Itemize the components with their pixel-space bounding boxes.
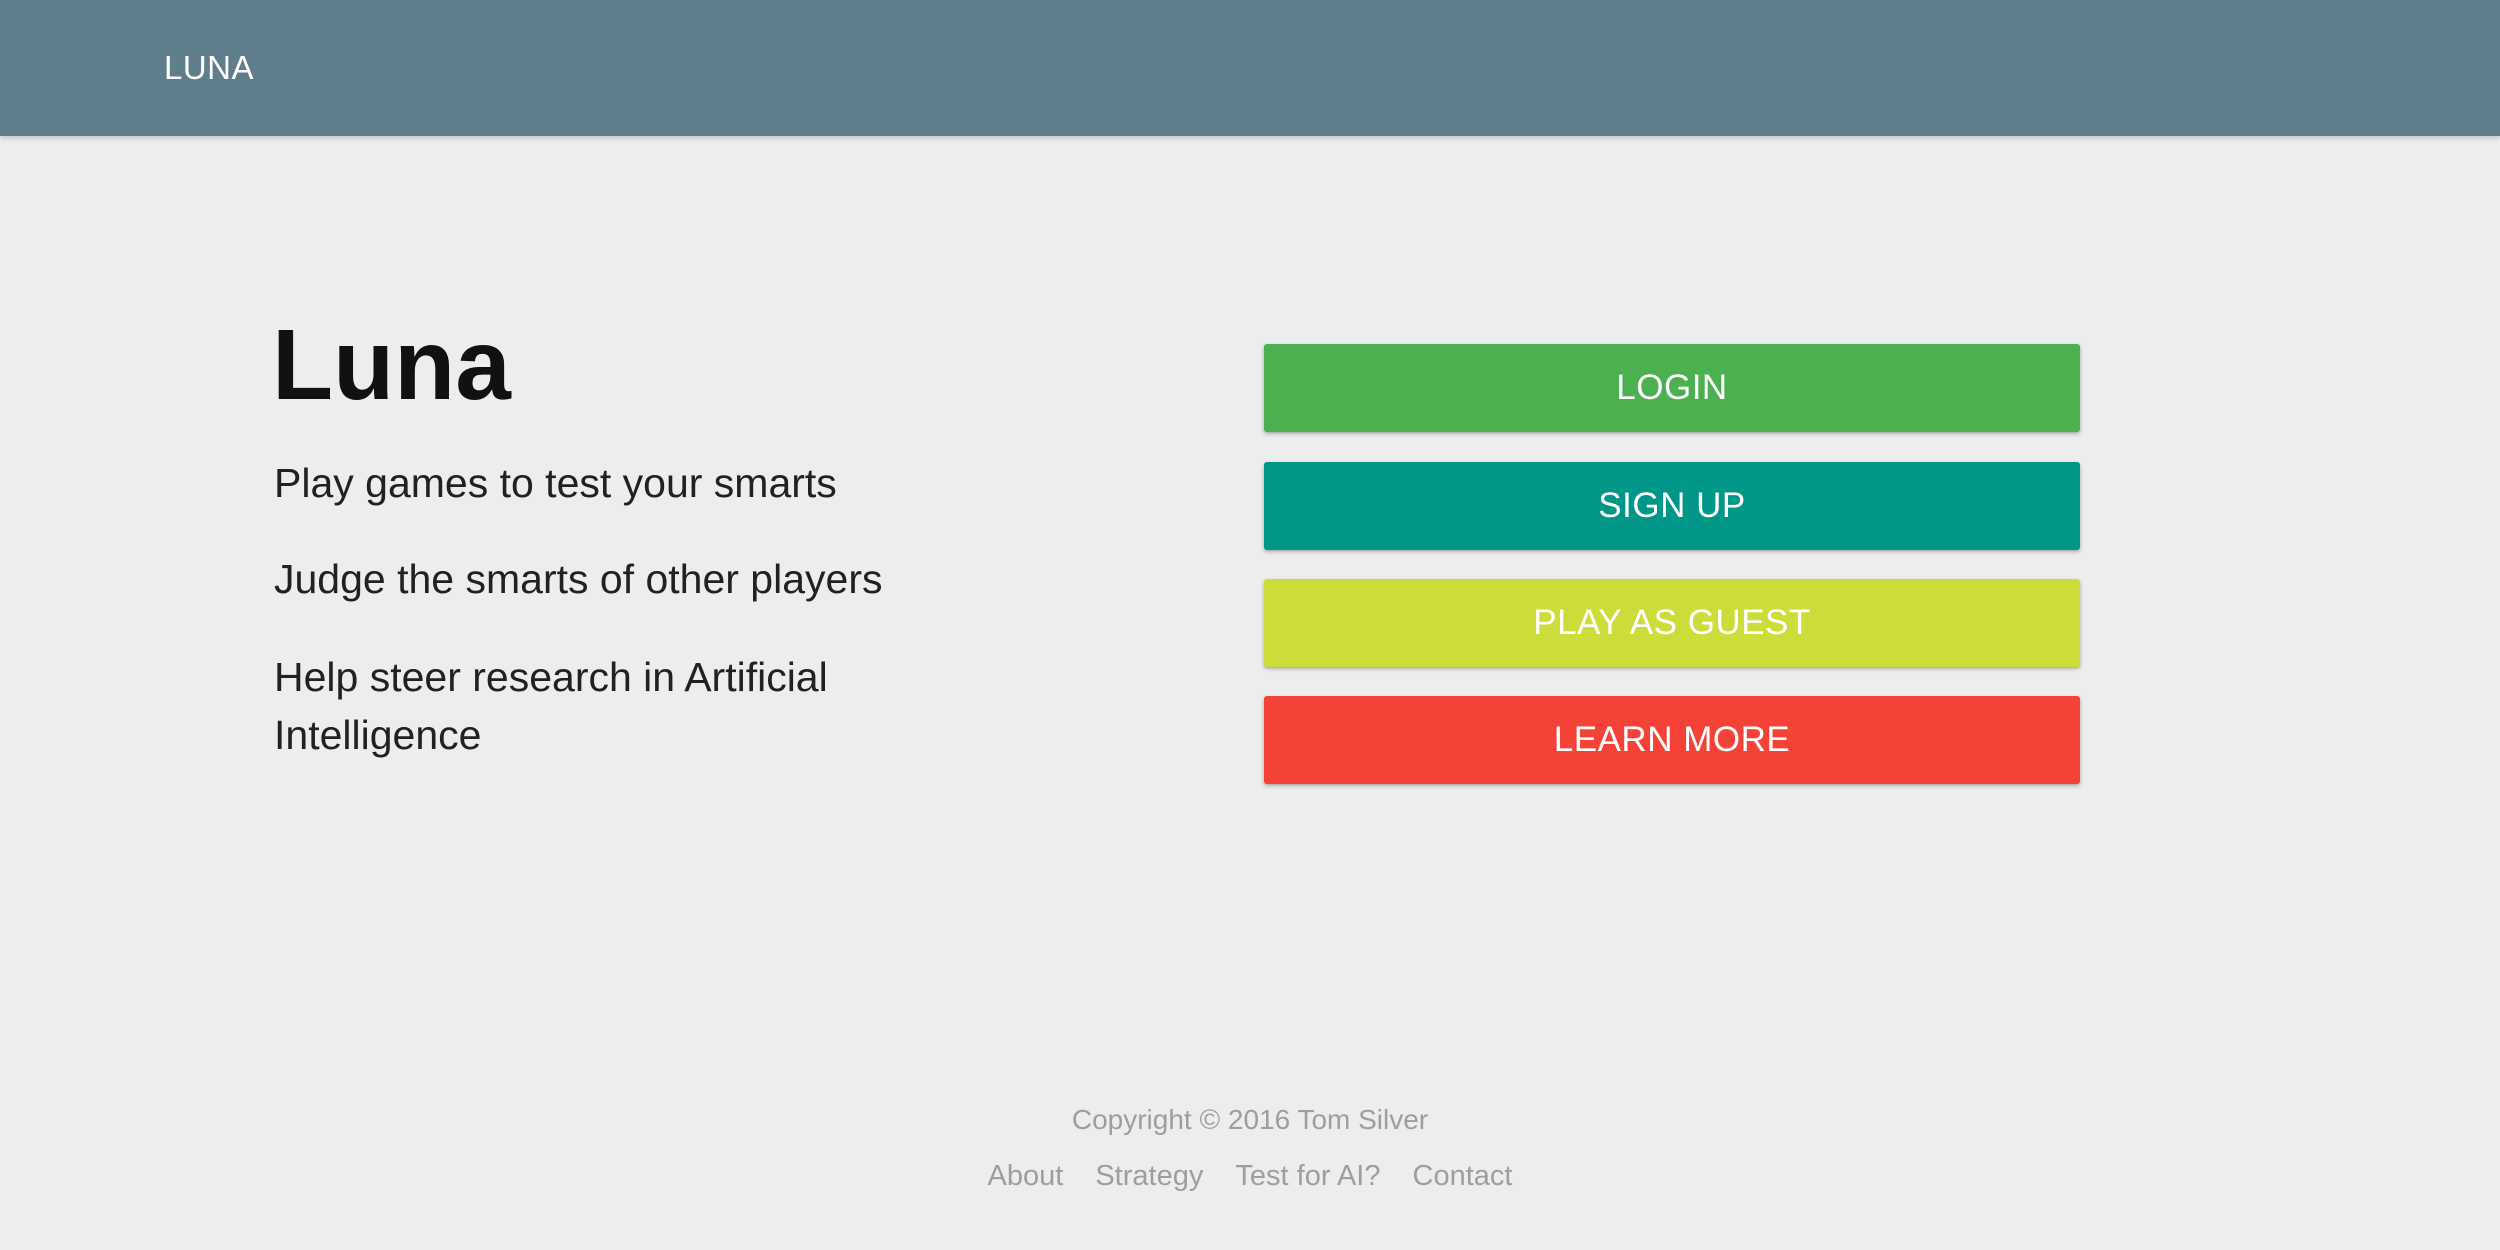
login-button[interactable]: LOGIN: [1264, 344, 2080, 432]
play-as-guest-button[interactable]: PLAY AS GUEST: [1264, 579, 2080, 667]
sign-up-button[interactable]: SIGN UP: [1264, 462, 2080, 550]
footer-link-contact[interactable]: Contact: [1413, 1160, 1513, 1192]
learn-more-button[interactable]: LEARN MORE: [1264, 696, 2080, 784]
footer-link-test-for-ai[interactable]: Test for AI?: [1235, 1160, 1380, 1192]
page-title: Luna: [272, 309, 511, 421]
footer-link-strategy[interactable]: Strategy: [1095, 1160, 1203, 1192]
brand-logo-link[interactable]: LUNA: [164, 46, 254, 90]
tagline-steer-research: Help steer research in Artificial Intell…: [274, 654, 828, 758]
top-navbar: LUNA: [0, 0, 2500, 136]
tagline-play-games: Play games to test your smarts: [274, 460, 837, 506]
footer-links: About Strategy Test for AI? Contact: [0, 1156, 2500, 1196]
tagline-judge-players: Judge the smarts of other players: [274, 556, 883, 602]
footer-link-about[interactable]: About: [987, 1160, 1063, 1192]
copyright-text: Copyright © 2016 Tom Silver: [1071, 1104, 1429, 1135]
